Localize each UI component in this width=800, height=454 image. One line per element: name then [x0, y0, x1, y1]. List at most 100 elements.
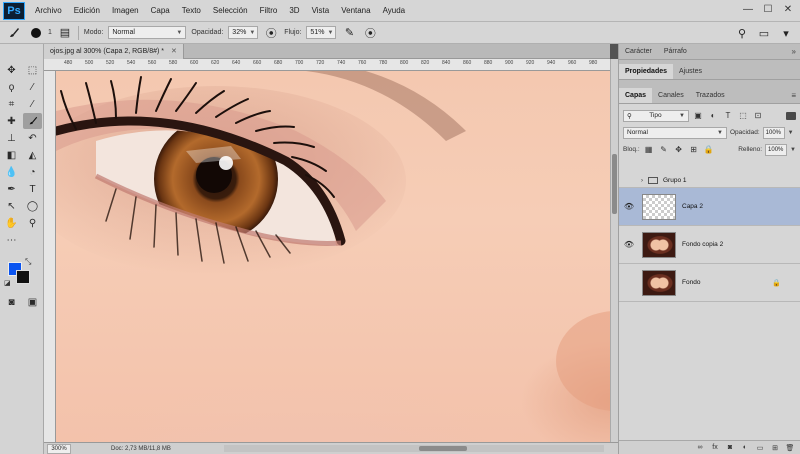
crop-tool-icon[interactable]: ⌗: [2, 96, 21, 112]
menu-edicion[interactable]: Edición: [68, 6, 106, 15]
panel-menu-icon[interactable]: ≡: [791, 88, 800, 103]
shape-tool-icon[interactable]: ◯: [23, 198, 42, 214]
dodge-tool-icon[interactable]: ◔: [23, 164, 42, 180]
menu-capa[interactable]: Capa: [145, 6, 176, 15]
blend-mode-select[interactable]: Normal ▼: [623, 126, 727, 139]
brush-tool-icon[interactable]: [6, 25, 22, 41]
layer-filter-select[interactable]: ⚲ Tipo ▼: [623, 109, 689, 122]
menu-vista[interactable]: Vista: [306, 6, 336, 15]
vertical-scrollbar-thumb[interactable]: [612, 154, 617, 214]
link-layers-icon[interactable]: ∞: [695, 444, 705, 451]
lock-transparency-icon[interactable]: ▦: [643, 144, 655, 156]
path-select-tool-icon[interactable]: ↖: [2, 198, 21, 214]
image-canvas[interactable]: [56, 71, 610, 442]
eye-icon[interactable]: 👁: [619, 240, 639, 249]
eye-icon[interactable]: 👁: [619, 202, 639, 211]
mode-select[interactable]: Normal ▼: [108, 26, 187, 39]
airbrush-icon[interactable]: ✎: [341, 25, 357, 41]
search-icon[interactable]: ⚲: [734, 25, 750, 41]
swap-colors-icon[interactable]: ⤡: [25, 257, 31, 267]
menu-filtro[interactable]: Filtro: [254, 6, 284, 15]
screen-mode-icon[interactable]: ▣: [23, 294, 42, 310]
tab-ajustes[interactable]: Ajustes: [673, 64, 708, 79]
flow-input[interactable]: 51% ▼: [306, 26, 337, 39]
new-group-icon[interactable]: ▭: [755, 444, 765, 452]
quick-select-tool-icon[interactable]: ⁄: [23, 79, 42, 95]
tab-parrafo[interactable]: Párrafo: [658, 44, 693, 59]
close-icon[interactable]: ✕: [171, 48, 177, 55]
brush-tool-icon[interactable]: [23, 113, 42, 129]
tab-trazados[interactable]: Trazados: [690, 88, 731, 103]
marquee-tool-icon[interactable]: ⬚: [23, 62, 42, 78]
tab-caracter[interactable]: Carácter: [619, 44, 658, 59]
lock-position-icon[interactable]: ✥: [673, 144, 685, 156]
gradient-tool-icon[interactable]: ◭: [23, 147, 42, 163]
history-brush-tool-icon[interactable]: ↶: [23, 130, 42, 146]
filter-pixel-icon[interactable]: ▣: [692, 110, 704, 122]
lock-pixels-icon[interactable]: ✎: [658, 144, 670, 156]
minimize-button[interactable]: —: [740, 3, 756, 17]
layer-row-capa-2[interactable]: 👁 Capa 2: [619, 188, 800, 226]
adjustment-layer-icon[interactable]: ◐: [740, 444, 750, 451]
document-tab[interactable]: ojos.jpg al 300% (Capa 2, RGB/8#) * ✕: [44, 44, 184, 59]
clone-stamp-tool-icon[interactable]: ⊥: [2, 130, 21, 146]
add-mask-icon[interactable]: ◙: [725, 444, 735, 451]
layer-row-group[interactable]: › Grupo 1: [619, 174, 800, 188]
pen-tool-icon[interactable]: ✒: [2, 181, 21, 197]
horizontal-scrollbar[interactable]: [224, 445, 604, 452]
quick-mask-icon[interactable]: ◙: [2, 294, 21, 310]
vertical-scrollbar[interactable]: [610, 59, 618, 442]
filter-adjustment-icon[interactable]: ◐: [707, 110, 719, 122]
delete-layer-icon[interactable]: 🗑: [785, 444, 795, 452]
lasso-tool-icon[interactable]: ϙ: [2, 79, 21, 95]
filter-smart-icon[interactable]: ⊡: [752, 110, 764, 122]
menu-ventana[interactable]: Ventana: [335, 6, 376, 15]
close-button[interactable]: ✕: [780, 3, 796, 17]
brush-panel-icon[interactable]: ▤: [57, 25, 73, 41]
default-colors-icon[interactable]: ◪: [4, 279, 11, 287]
new-layer-icon[interactable]: ⊞: [770, 444, 780, 452]
chevron-down-icon[interactable]: ▾: [778, 25, 794, 41]
menu-ayuda[interactable]: Ayuda: [377, 6, 412, 15]
layer-style-icon[interactable]: fx: [710, 444, 720, 451]
menu-seleccion[interactable]: Selección: [207, 6, 254, 15]
background-color-swatch[interactable]: [16, 270, 30, 284]
menu-3d[interactable]: 3D: [283, 6, 305, 15]
pressure-size-icon[interactable]: ⦿: [362, 25, 378, 41]
layer-row-fondo[interactable]: Fondo 🔒: [619, 264, 800, 302]
more-tools-icon[interactable]: ⋯: [2, 232, 21, 248]
eyedropper-tool-icon[interactable]: ⁄: [23, 96, 42, 112]
menu-imagen[interactable]: Imagen: [106, 6, 145, 15]
filter-type-icon[interactable]: T: [722, 110, 734, 122]
collapse-icon[interactable]: »: [792, 44, 800, 59]
type-tool-icon[interactable]: T: [23, 181, 42, 197]
blur-tool-icon[interactable]: 💧: [2, 164, 21, 180]
document-info[interactable]: Doc: 2,73 MB/11,8 MB: [111, 446, 171, 452]
layer-opacity-input[interactable]: 100%: [762, 126, 785, 139]
zoom-tool-icon[interactable]: ⚲: [23, 215, 42, 231]
chevron-right-icon[interactable]: ›: [641, 178, 643, 184]
zoom-level[interactable]: 300%: [47, 443, 71, 454]
eraser-tool-icon[interactable]: ◧: [2, 147, 21, 163]
chevron-down-icon[interactable]: ▼: [788, 130, 794, 136]
move-tool-icon[interactable]: ✥: [2, 62, 21, 78]
pressure-opacity-icon[interactable]: ⦿: [263, 25, 279, 41]
opacity-input[interactable]: 32% ▼: [228, 26, 259, 39]
healing-tool-icon[interactable]: ✚: [2, 113, 21, 129]
layer-row-fondo-copia-2[interactable]: 👁 Fondo copia 2: [619, 226, 800, 264]
horizontal-scrollbar-thumb[interactable]: [419, 446, 467, 451]
workspace-icon[interactable]: ▭: [756, 25, 772, 41]
hand-tool-icon[interactable]: ✋: [2, 215, 21, 231]
lock-all-icon[interactable]: 🔒: [703, 144, 715, 156]
menu-texto[interactable]: Texto: [176, 6, 207, 15]
chevron-down-icon[interactable]: ▼: [790, 147, 796, 153]
tab-propiedades[interactable]: Propiedades: [619, 64, 674, 79]
lock-artboard-icon[interactable]: ⊞: [688, 144, 700, 156]
brush-preset-picker[interactable]: [27, 25, 43, 41]
tab-capas[interactable]: Capas: [619, 88, 653, 103]
maximize-button[interactable]: ☐: [760, 3, 776, 17]
filter-shape-icon[interactable]: ⬚: [737, 110, 749, 122]
tab-canales[interactable]: Canales: [652, 88, 690, 103]
filter-toggle[interactable]: [786, 111, 796, 120]
fill-input[interactable]: 100%: [765, 143, 788, 156]
